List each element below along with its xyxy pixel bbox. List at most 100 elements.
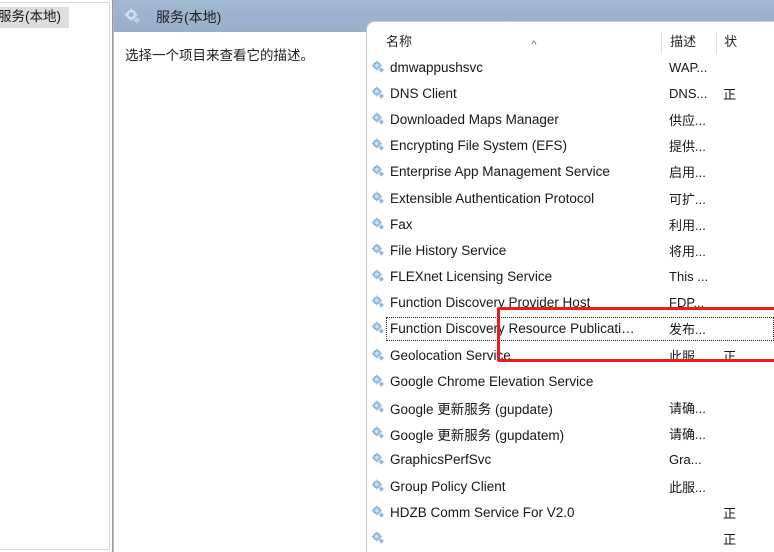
service-gear-icon bbox=[371, 217, 386, 232]
tree-pane-inner: 服务(本地) bbox=[0, 2, 110, 550]
row-name-cell: Group Policy Client bbox=[367, 479, 661, 494]
table-row[interactable]: Google 更新服务 (gupdatem)请确... bbox=[367, 421, 774, 447]
service-name-label: DNS Client bbox=[390, 86, 457, 101]
row-name-cell: Extensible Authentication Protocol bbox=[367, 191, 661, 206]
row-name-cell: Google 更新服务 (gupdate) bbox=[367, 398, 661, 418]
tree-item-services-local[interactable]: 服务(本地) bbox=[0, 7, 69, 28]
service-gear-icon bbox=[371, 86, 386, 101]
row-description-cell: 此服... bbox=[661, 346, 716, 365]
row-name-cell: Google Chrome Elevation Service bbox=[367, 374, 661, 389]
row-name-cell: HDZB Comm Service For V2.0 bbox=[367, 505, 661, 520]
service-name-label: File History Service bbox=[390, 243, 506, 258]
column-header-description[interactable]: 描述 bbox=[661, 31, 716, 54]
column-header-status[interactable]: 状 bbox=[716, 31, 774, 54]
row-name-cell: Function Discovery Provider Host bbox=[367, 295, 661, 310]
row-name-cell: Encrypting File System (EFS) bbox=[367, 138, 661, 153]
row-description-cell: 此服... bbox=[661, 477, 716, 496]
row-name-cell: Function Discovery Resource Publicati… bbox=[367, 321, 661, 336]
service-gear-icon bbox=[371, 191, 386, 206]
service-gear-icon bbox=[371, 479, 386, 494]
row-status-cell: 正 bbox=[716, 346, 774, 365]
service-gear-icon bbox=[371, 243, 386, 258]
service-gear-icon bbox=[371, 400, 386, 415]
row-description-cell: 提供... bbox=[661, 136, 716, 155]
table-row[interactable]: HDZB Comm Service For V2.0 正 bbox=[367, 499, 774, 525]
table-row[interactable]: File History Service 将用... bbox=[367, 237, 774, 263]
row-description-cell: 供应... bbox=[661, 110, 716, 129]
row-name-cell: File History Service bbox=[367, 243, 661, 258]
description-column: 选择一个项目来查看它的描述。 bbox=[114, 32, 370, 552]
service-gear-icon bbox=[371, 164, 386, 179]
column-header-name-label: 名称 bbox=[386, 34, 412, 49]
table-row[interactable]: dmwappushsvcWAP... bbox=[367, 54, 774, 80]
row-status-cell: 正 bbox=[716, 84, 774, 103]
service-name-label: Enterprise App Management Service bbox=[390, 164, 610, 179]
description-hint-text: 选择一个项目来查看它的描述。 bbox=[125, 47, 365, 65]
services-gear-icon bbox=[124, 8, 142, 26]
row-name-cell: Downloaded Maps Manager bbox=[367, 112, 661, 127]
service-gear-icon bbox=[371, 112, 386, 127]
row-status-cell: 正 bbox=[716, 503, 774, 522]
tree-pane: 服务(本地) bbox=[0, 0, 113, 552]
service-gear-icon bbox=[371, 531, 386, 546]
column-header-description-label: 描述 bbox=[670, 34, 696, 49]
row-name-cell: FLEXnet Licensing Service bbox=[367, 269, 661, 284]
row-name-cell: Fax bbox=[367, 217, 661, 232]
table-row[interactable]: Extensible Authentication Protocol 可扩... bbox=[367, 185, 774, 211]
tree-item-label: 服务(本地) bbox=[0, 9, 61, 24]
service-name-label: GraphicsPerfSvc bbox=[390, 452, 491, 467]
service-name-label: Google 更新服务 (gupdate) bbox=[390, 398, 553, 418]
details-header: 服务(本地) bbox=[124, 7, 221, 27]
table-row[interactable]: Google 更新服务 (gupdate) 请确... bbox=[367, 394, 774, 420]
column-header-status-label: 状 bbox=[724, 34, 737, 49]
service-name-label: Geolocation Service bbox=[390, 348, 511, 363]
column-header-name[interactable]: 名称 ^ bbox=[367, 31, 661, 54]
table-row[interactable]: Encrypting File System (EFS)提供... bbox=[367, 133, 774, 159]
row-description-cell: WAP... bbox=[661, 60, 716, 75]
services-console-window: 服务(本地) bbox=[0, 0, 774, 552]
service-gear-icon bbox=[371, 374, 386, 389]
service-name-label: Group Policy Client bbox=[390, 479, 506, 494]
table-row[interactable]: Google Chrome Elevation Service bbox=[367, 368, 774, 394]
row-name-cell: Geolocation Service bbox=[367, 348, 661, 363]
service-gear-icon bbox=[371, 426, 386, 441]
table-row[interactable]: Downloaded Maps Manager 供应... bbox=[367, 106, 774, 132]
row-description-cell: 启用... bbox=[661, 162, 716, 181]
service-name-label: HDZB Comm Service For V2.0 bbox=[390, 505, 575, 520]
service-name-label: Function Discovery Provider Host bbox=[390, 295, 590, 310]
row-description-cell: 可扩... bbox=[661, 189, 716, 208]
row-description-cell: 请确... bbox=[661, 398, 716, 417]
services-list-rows: dmwappushsvcWAP...DNS ClientDNS...正Downl… bbox=[367, 54, 774, 552]
table-row[interactable]: FLEXnet Licensing ServiceThis ... bbox=[367, 264, 774, 290]
row-name-cell: GraphicsPerfSvc bbox=[367, 452, 661, 467]
services-list-view[interactable]: 名称 ^ 描述 状 dmwappushsvcWAP...DNS ClientDN… bbox=[366, 21, 774, 552]
table-row[interactable]: Geolocation Service 此服...正 bbox=[367, 342, 774, 368]
service-gear-icon bbox=[371, 138, 386, 153]
row-description-cell: This ... bbox=[661, 269, 716, 284]
service-name-label: Fax bbox=[390, 217, 413, 232]
service-name-label: Extensible Authentication Protocol bbox=[390, 191, 594, 206]
table-row[interactable]: Group Policy Client 此服... bbox=[367, 473, 774, 499]
row-name-cell bbox=[367, 531, 661, 546]
row-name-cell: dmwappushsvc bbox=[367, 60, 661, 75]
table-row[interactable]: Fax 利用... bbox=[367, 211, 774, 237]
service-name-label: Downloaded Maps Manager bbox=[390, 112, 559, 127]
table-row[interactable]: GraphicsPerfSvc Gra... bbox=[367, 447, 774, 473]
row-description-cell: Gra... bbox=[661, 452, 716, 467]
list-column-header-row: 名称 ^ 描述 状 bbox=[367, 22, 774, 54]
table-row[interactable]: Function Discovery Resource Publicati…发布… bbox=[367, 316, 774, 342]
service-name-label: Google 更新服务 (gupdatem) bbox=[390, 424, 564, 444]
row-status-cell: 正 bbox=[716, 529, 774, 548]
table-row[interactable]: Function Discovery Provider HostFDP... bbox=[367, 290, 774, 316]
table-row[interactable]: Enterprise App Management Service 启用... bbox=[367, 159, 774, 185]
row-description-cell: 将用... bbox=[661, 241, 716, 260]
service-gear-icon bbox=[371, 60, 386, 75]
table-row[interactable]: DNS Client DNS...正 bbox=[367, 80, 774, 106]
row-description-cell: 利用... bbox=[661, 215, 716, 234]
service-gear-icon bbox=[371, 295, 386, 310]
row-name-cell: DNS Client bbox=[367, 86, 661, 101]
service-gear-icon bbox=[371, 505, 386, 520]
details-header-title: 服务(本地) bbox=[156, 7, 221, 27]
row-description-cell: DNS... bbox=[661, 86, 716, 101]
table-row[interactable]: 正 bbox=[367, 525, 774, 551]
